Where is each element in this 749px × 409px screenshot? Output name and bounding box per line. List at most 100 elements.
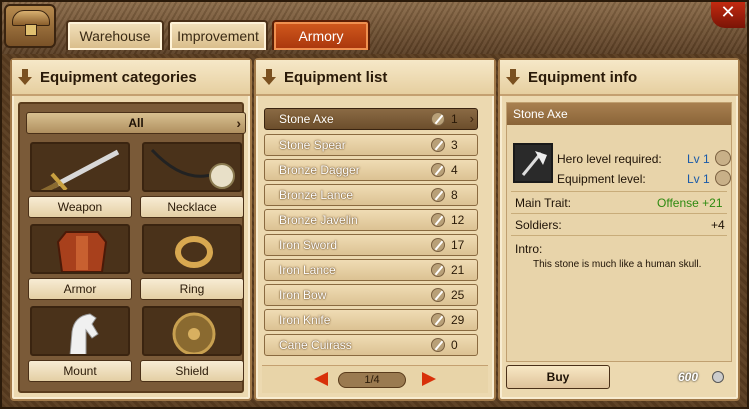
- list-item[interactable]: Cane Cuirass 0: [264, 334, 478, 356]
- list-item[interactable]: Iron Lance 21: [264, 259, 478, 281]
- armor-icon: [30, 224, 130, 274]
- main-trait-label: Main Trait:: [515, 196, 572, 210]
- info-title: Equipment info: [528, 68, 638, 86]
- item-level: 1: [451, 112, 458, 126]
- info-header: Equipment info: [500, 60, 738, 96]
- tab-improvement[interactable]: Improvement: [168, 20, 268, 50]
- list-title: Equipment list: [284, 68, 388, 86]
- chevron-right-icon: ›: [469, 111, 474, 126]
- soldiers-label: Soldiers:: [515, 218, 562, 232]
- intro-text: This stone is much like a human skull.: [533, 259, 702, 270]
- equipment-info-panel: Equipment info Stone Axe Hero level requ…: [498, 58, 740, 401]
- item-level: 25: [451, 288, 465, 302]
- axe-icon: [513, 143, 553, 183]
- level-icon: [431, 263, 445, 277]
- level-icon: [431, 138, 445, 152]
- main-trait-value: Offense +21: [657, 196, 723, 210]
- item-name: Cane Cuirass: [279, 338, 352, 352]
- level-icon: [431, 163, 445, 177]
- hero-level-label: Hero level required:: [557, 152, 662, 166]
- category-label: Necklace: [140, 196, 244, 218]
- arrow-down-icon: [18, 69, 32, 85]
- list-item[interactable]: Bronze Lance 8: [264, 184, 478, 206]
- pagination: 1/4: [262, 365, 488, 393]
- item-level: 4: [451, 163, 458, 177]
- item-level: 29: [451, 313, 465, 327]
- category-necklace[interactable]: Necklace: [140, 142, 244, 220]
- buy-button[interactable]: Buy: [506, 365, 610, 389]
- level-icon: [431, 112, 445, 126]
- category-label: Mount: [28, 360, 132, 382]
- ring-icon: [142, 224, 242, 274]
- divider: [511, 235, 727, 236]
- info-box: Stone Axe Hero level required: Lv 1 Equi…: [506, 102, 732, 362]
- necklace-icon: [142, 142, 242, 192]
- horse-icon: [30, 306, 130, 356]
- category-shield[interactable]: Shield: [140, 306, 244, 384]
- price-value: 600: [678, 370, 699, 384]
- item-name: Iron Knife: [279, 313, 331, 327]
- prev-page-button[interactable]: [314, 372, 328, 386]
- arrow-down-icon: [262, 69, 276, 85]
- item-name: Bronze Lance: [279, 188, 354, 202]
- equipment-level-label: Equipment level:: [557, 172, 646, 186]
- item-name: Stone Axe: [279, 112, 334, 126]
- close-button[interactable]: ✕: [711, 2, 745, 28]
- intro-label: Intro:: [515, 242, 543, 256]
- divider: [511, 213, 727, 214]
- list-item[interactable]: Iron Sword 17: [264, 234, 478, 256]
- all-categories-button[interactable]: All ›: [26, 112, 246, 134]
- item-level: 12: [451, 213, 465, 227]
- shield-icon: [142, 306, 242, 356]
- categories-title: Equipment categories: [40, 68, 197, 86]
- level-icon: [431, 238, 445, 252]
- category-ring[interactable]: Ring: [140, 224, 244, 302]
- page-indicator: 1/4: [338, 372, 406, 388]
- level-icon: [431, 313, 445, 327]
- list-item[interactable]: Bronze Javelin 12: [264, 209, 478, 231]
- categories-header: Equipment categories: [12, 60, 250, 96]
- item-level: 0: [451, 338, 458, 352]
- arrow-down-icon: [506, 69, 520, 85]
- level-icon: [431, 213, 445, 227]
- sword-icon: [30, 142, 130, 192]
- item-name: Bronze Javelin: [279, 213, 358, 227]
- item-name: Iron Lance: [279, 263, 336, 277]
- hero-level-value: Lv 1: [687, 152, 710, 166]
- tab-warehouse[interactable]: Warehouse: [66, 20, 164, 50]
- list-item[interactable]: Stone Axe 1 ›: [264, 108, 478, 130]
- coin-icon: [712, 371, 724, 383]
- item-level: 17: [451, 238, 465, 252]
- divider: [511, 191, 727, 192]
- list-item[interactable]: Stone Spear 3: [264, 134, 478, 156]
- item-level: 3: [451, 138, 458, 152]
- level-icon: [715, 150, 731, 166]
- equipment-level-value: Lv 1: [687, 172, 710, 186]
- next-page-button[interactable]: [422, 372, 436, 386]
- category-mount[interactable]: Mount: [28, 306, 132, 384]
- top-bar: Warehouse Improvement Armory ✕: [2, 2, 747, 54]
- list-item[interactable]: Iron Bow 25: [264, 284, 478, 306]
- category-armor[interactable]: Armor: [28, 224, 132, 302]
- upgrade-icon: [715, 170, 731, 186]
- category-label: Armor: [28, 278, 132, 300]
- chevron-right-icon: ›: [236, 115, 241, 131]
- category-weapon[interactable]: Weapon: [28, 142, 132, 220]
- tab-armory[interactable]: Armory: [272, 20, 370, 50]
- list-item[interactable]: Bronze Dagger 4: [264, 159, 478, 181]
- treasure-chest-icon: [4, 4, 56, 48]
- all-label: All: [128, 116, 144, 130]
- categories-grid: All › Weapon Necklace Armor Ring Mount S…: [18, 102, 246, 393]
- item-name-bar: Stone Axe: [507, 103, 731, 125]
- level-icon: [431, 338, 445, 352]
- list-item[interactable]: Iron Knife 29: [264, 309, 478, 331]
- armory-window: Warehouse Improvement Armory ✕ Equipment…: [0, 0, 749, 409]
- level-icon: [431, 288, 445, 302]
- level-icon: [431, 188, 445, 202]
- item-name: Bronze Dagger: [279, 163, 360, 177]
- item-level: 21: [451, 263, 465, 277]
- category-label: Weapon: [28, 196, 132, 218]
- equipment-list-panel: Equipment list Stone Axe 1 › Stone Spear…: [254, 58, 496, 401]
- item-name: Stone Spear: [279, 138, 346, 152]
- item-name: Iron Bow: [279, 288, 327, 302]
